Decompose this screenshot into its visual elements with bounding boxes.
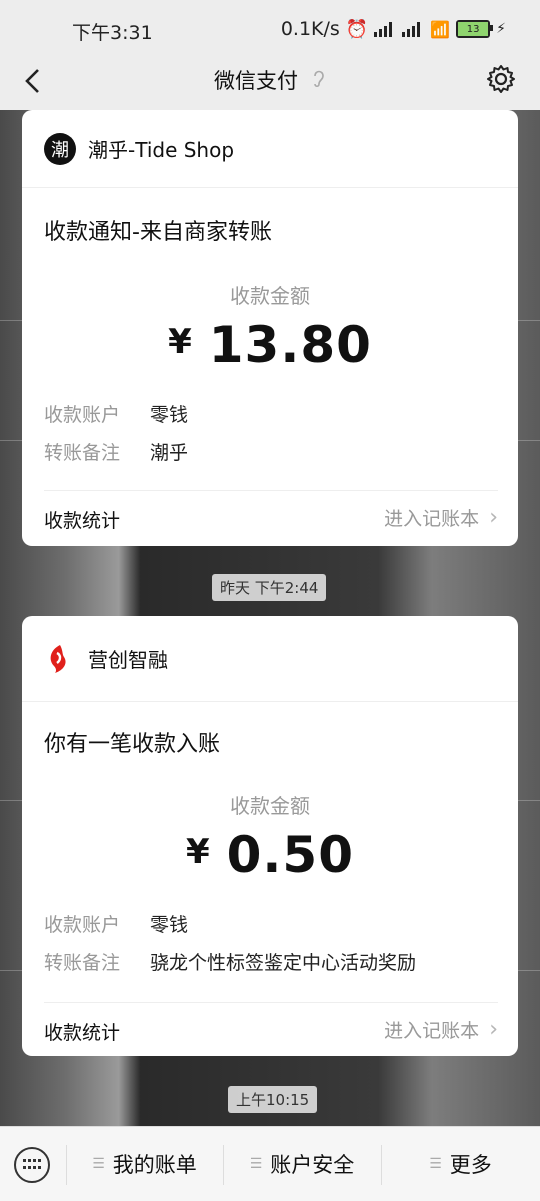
signal-icon-2 xyxy=(402,21,424,37)
card-title: 你有一笔收款入账 xyxy=(44,732,221,757)
wifi-icon: 📶 xyxy=(430,19,451,39)
menu-icon: ☰ xyxy=(92,1156,105,1172)
ledger-link[interactable]: 进入记账本 › xyxy=(384,1016,498,1043)
card-header[interactable]: 营创智融 xyxy=(22,616,518,702)
page-title: 微信支付 xyxy=(0,65,540,95)
note-row: 转账备注 骁龙个性标签鉴定中心活动奖励 xyxy=(44,948,416,975)
battery-icon: 13 xyxy=(456,20,494,38)
chevron-right-icon: › xyxy=(489,1017,498,1042)
account-value: 零钱 xyxy=(150,914,189,936)
ledger-link-text: 进入记账本 xyxy=(384,1020,480,1042)
account-row: 收款账户 零钱 xyxy=(44,910,188,937)
payment-card[interactable]: 营创智融 你有一笔收款入账 收款金额 ¥0.50 收款账户 零钱 转账备注 骁龙个性… xyxy=(22,616,518,1056)
nav-bar: 微信支付 xyxy=(0,58,540,110)
charging-icon: ⚡ xyxy=(496,21,506,37)
status-icons: 0.1K/s ⏰ 📶 13 ⚡ xyxy=(281,18,506,40)
menu-icon: ☰ xyxy=(429,1156,442,1172)
payment-card[interactable]: 潮 潮乎-Tide Shop 收款通知-来自商家转账 收款金额 ¥13.80 收… xyxy=(22,110,518,546)
card-title: 收款通知-来自商家转账 xyxy=(44,220,272,245)
divider xyxy=(44,490,498,491)
account-value: 零钱 xyxy=(150,404,189,426)
divider xyxy=(44,1002,498,1003)
menu-more[interactable]: ☰ 更多 xyxy=(381,1127,540,1201)
stats-label: 收款统计 xyxy=(44,510,121,532)
timestamp: 上午10:15 xyxy=(228,1086,318,1113)
stats-label: 收款统计 xyxy=(44,1022,121,1044)
net-speed: 0.1K/s xyxy=(280,18,340,40)
amount-label: 收款金额 xyxy=(230,284,310,308)
status-bar: 下午3:31 0.1K/s ⏰ 📶 13 ⚡ xyxy=(0,0,540,58)
note-key: 转账备注 xyxy=(44,442,121,464)
menu-account-security-label: 账户安全 xyxy=(270,1153,355,1177)
merchant-name: 潮乎-Tide Shop xyxy=(88,138,235,162)
bottom-menu-bar: ☰ 我的账单 ☰ 账户安全 ☰ 更多 xyxy=(0,1126,540,1201)
amount: ¥13.80 xyxy=(22,316,518,374)
note-key: 转账备注 xyxy=(44,952,121,974)
currency-symbol: ¥ xyxy=(185,832,211,872)
ledger-link[interactable]: 进入记账本 › xyxy=(384,504,498,531)
currency-symbol: ¥ xyxy=(168,322,193,362)
snapdragon-logo-icon xyxy=(44,643,76,675)
ear-icon xyxy=(312,68,326,92)
account-key: 收款账户 xyxy=(44,914,121,936)
keyboard-icon[interactable] xyxy=(14,1147,50,1183)
menu-my-bills[interactable]: ☰ 我的账单 xyxy=(66,1127,223,1201)
menu-icon: ☰ xyxy=(249,1156,263,1172)
account-key: 收款账户 xyxy=(44,404,121,426)
status-time: 下午3:31 xyxy=(72,22,153,44)
note-value: 潮乎 xyxy=(150,442,189,464)
amount-label: 收款金额 xyxy=(230,794,310,818)
amount-value: 13.80 xyxy=(208,316,372,374)
signal-icon xyxy=(374,21,396,37)
ledger-link-text: 进入记账本 xyxy=(384,508,480,530)
merchant-name: 营创智融 xyxy=(88,648,168,672)
page-title-text: 微信支付 xyxy=(214,69,298,93)
amount-value: 0.50 xyxy=(226,826,355,884)
menu-account-security[interactable]: ☰ 账户安全 xyxy=(223,1127,381,1201)
note-row: 转账备注 潮乎 xyxy=(44,438,188,465)
menu-my-bills-label: 我的账单 xyxy=(112,1153,197,1177)
chevron-right-icon: › xyxy=(489,505,498,530)
alarm-icon: ⏰ xyxy=(345,18,369,40)
note-value: 骁龙个性标签鉴定中心活动奖励 xyxy=(150,952,417,974)
timestamp: 昨天 下午2:44 xyxy=(212,574,327,601)
account-row: 收款账户 零钱 xyxy=(44,400,188,427)
card-header[interactable]: 潮 潮乎-Tide Shop xyxy=(22,110,518,188)
gear-icon[interactable] xyxy=(486,64,516,94)
menu-more-label: 更多 xyxy=(449,1153,492,1177)
amount: ¥0.50 xyxy=(22,826,518,884)
merchant-logo-icon: 潮 xyxy=(44,132,76,165)
